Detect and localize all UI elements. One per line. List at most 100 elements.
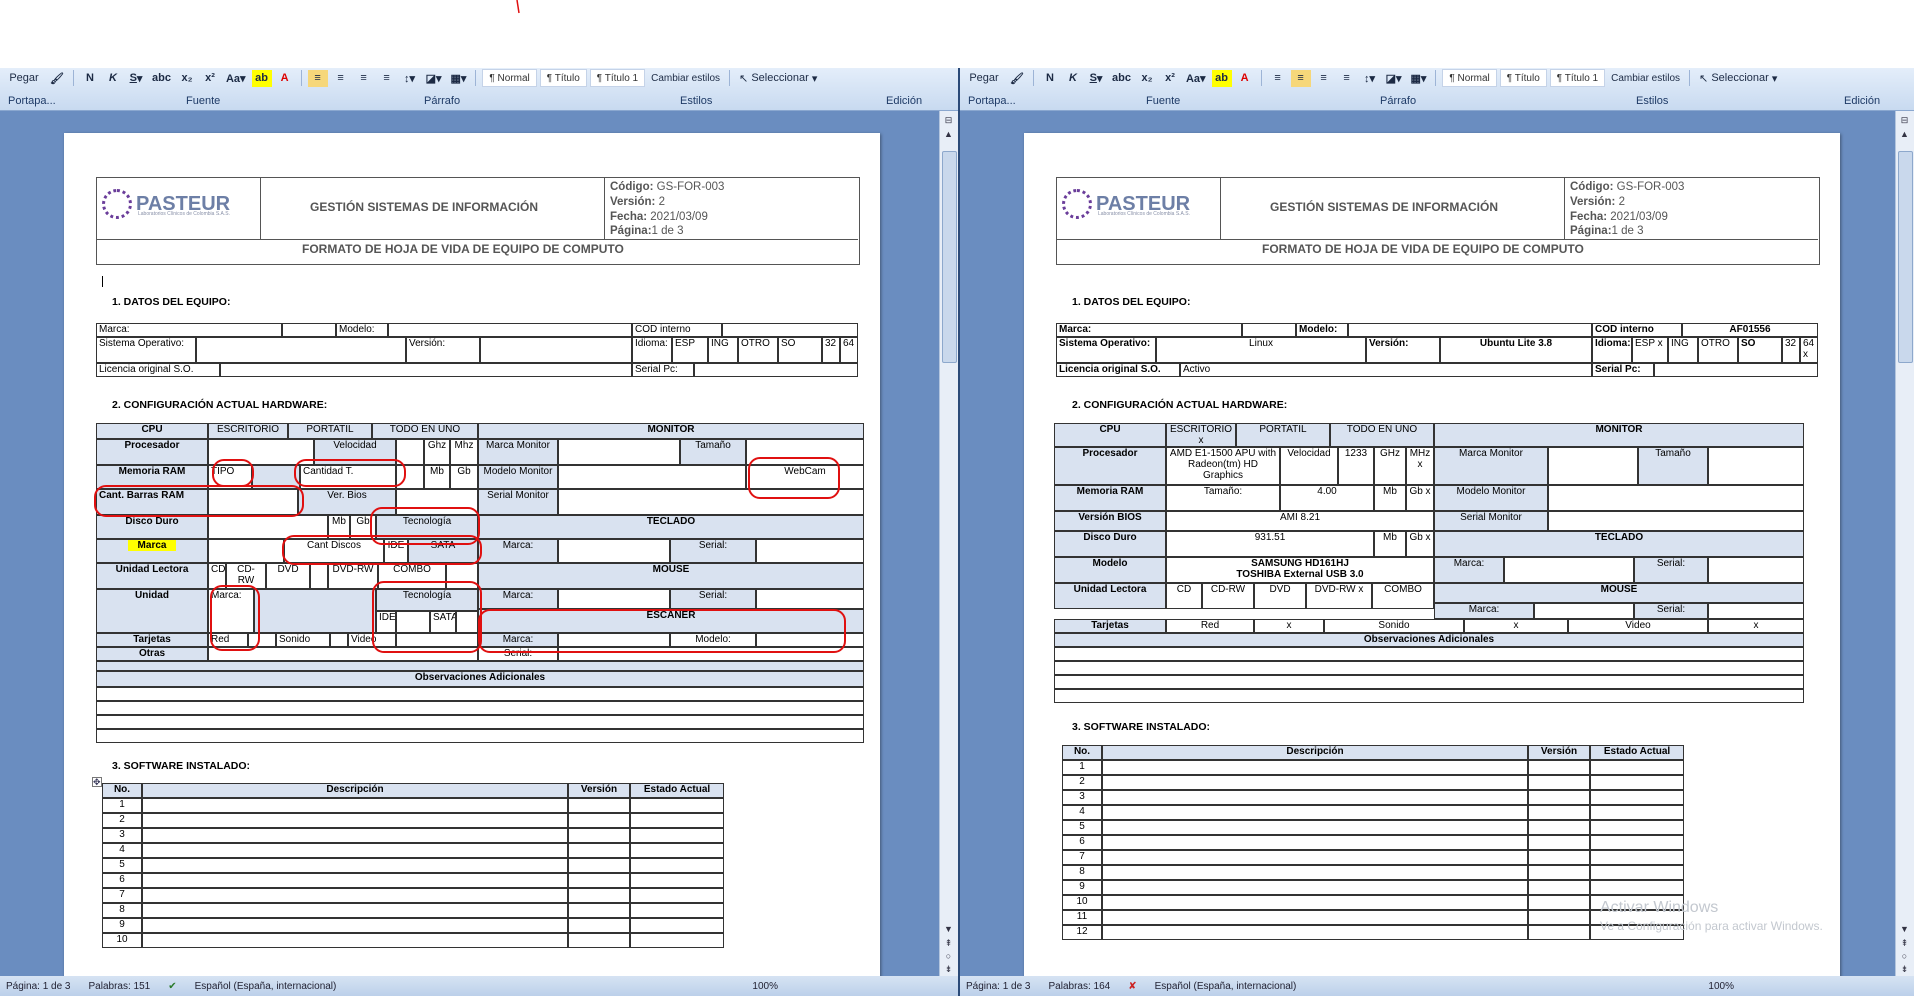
cell-modelo-disco-value[interactable]: SAMSUNG HD161HJ TOSHIBA External USB 3.0 xyxy=(1166,557,1434,583)
bold-button[interactable]: N xyxy=(80,70,100,87)
cell-ram-value[interactable]: 4.00 xyxy=(1280,485,1374,511)
table-cell[interactable] xyxy=(1102,895,1528,910)
change-styles-button[interactable]: Cambiar estilos xyxy=(648,70,723,87)
align-center-button[interactable]: ≡ xyxy=(1290,69,1311,87)
cell-serial-mouse-value[interactable] xyxy=(756,589,864,609)
cell-empty[interactable] xyxy=(330,633,348,647)
group-paragraph[interactable]: Párrafo xyxy=(1380,95,1416,107)
table-cell[interactable] xyxy=(630,918,724,933)
cell-modelo-monitor-value[interactable] xyxy=(1548,485,1804,511)
next-page-icon[interactable]: ⇟ xyxy=(942,964,955,976)
browse-object-icon[interactable]: ○ xyxy=(1898,951,1911,963)
cell-marca-teclado-value[interactable] xyxy=(1504,557,1634,583)
shading-button[interactable]: ◪▾ xyxy=(423,70,445,87)
table-cell[interactable] xyxy=(1102,805,1528,820)
cell-serial-teclado-value[interactable] xyxy=(1708,557,1804,583)
cell-version-value[interactable]: Ubuntu Lite 3.8 xyxy=(1440,337,1592,363)
cell-disco-value[interactable]: 931.51 xyxy=(1166,531,1374,557)
group-editing[interactable]: Edición xyxy=(886,95,922,107)
table-cell[interactable] xyxy=(630,798,724,813)
table-cell[interactable] xyxy=(568,903,630,918)
table-cell[interactable] xyxy=(1590,820,1684,835)
change-case-button[interactable]: Aa▾ xyxy=(1183,70,1209,87)
strikethrough-button[interactable]: abc xyxy=(149,70,174,87)
italic-button[interactable]: K xyxy=(1063,70,1083,87)
cell-empty[interactable] xyxy=(254,589,376,633)
table-cell[interactable] xyxy=(1528,775,1590,790)
cell-empty[interactable] xyxy=(1242,323,1296,337)
table-cell[interactable] xyxy=(142,813,568,828)
style-normal[interactable]: ¶ Normal xyxy=(1442,69,1497,87)
scroll-down-icon[interactable]: ▼ xyxy=(942,924,955,936)
table-cell[interactable] xyxy=(630,888,724,903)
cell-tamano-value[interactable] xyxy=(1708,447,1804,485)
prev-page-icon[interactable]: ⇞ xyxy=(1898,938,1911,950)
obs-line[interactable] xyxy=(96,715,864,729)
underline-button[interactable]: S ▾ xyxy=(1086,70,1106,87)
table-cell[interactable] xyxy=(630,828,724,843)
superscript-button[interactable]: x² xyxy=(200,70,220,87)
cell-marca-monitor-value[interactable] xyxy=(558,439,680,465)
borders-button[interactable]: ▦▾ xyxy=(447,70,469,87)
group-paragraph[interactable]: Párrafo xyxy=(424,95,460,107)
table-move-handle-icon[interactable]: ✥ xyxy=(92,777,102,787)
table-cell[interactable] xyxy=(1102,910,1528,925)
table-cell[interactable] xyxy=(1590,835,1684,850)
style-titulo[interactable]: ¶ Título xyxy=(1499,69,1547,87)
status-page[interactable]: Página: 1 de 3 xyxy=(966,981,1031,992)
line-spacing-button[interactable]: ↕▾ xyxy=(1360,70,1380,87)
cell-licencia-value[interactable]: Activo xyxy=(1180,363,1592,377)
spellcheck-error-icon[interactable]: ✘ xyxy=(1128,981,1136,992)
next-page-icon[interactable]: ⇟ xyxy=(1898,964,1911,976)
table-cell[interactable] xyxy=(1590,775,1684,790)
table-cell[interactable] xyxy=(1590,850,1684,865)
bold-button[interactable]: N xyxy=(1040,70,1060,87)
table-cell[interactable] xyxy=(568,843,630,858)
cell-vel-value[interactable]: 1233 xyxy=(1338,447,1374,485)
format-painter-icon[interactable]: 🖌 xyxy=(47,70,67,87)
vertical-scrollbar[interactable]: ⊟ ▲ ▼ ⇞ ○ ⇟ xyxy=(939,111,958,976)
table-cell[interactable] xyxy=(630,903,724,918)
scroll-thumb[interactable] xyxy=(942,151,957,363)
justify-button[interactable]: ≡ xyxy=(377,70,397,87)
spellcheck-ok-icon[interactable]: ✔ xyxy=(168,981,176,992)
table-cell[interactable] xyxy=(1102,820,1528,835)
obs-line[interactable] xyxy=(1054,647,1804,661)
document-page[interactable]: PASTEUR Laboratorios Clínicos de Colombi… xyxy=(1024,133,1840,996)
justify-button[interactable]: ≡ xyxy=(1337,70,1357,87)
select-button[interactable]: ↖ Seleccionar ▾ xyxy=(736,70,820,87)
table-cell[interactable] xyxy=(630,843,724,858)
vertical-scrollbar[interactable]: ⊟ ▲ ▼ ⇞ ○ ⇟ xyxy=(1895,111,1914,976)
cell-modelo-monitor-value[interactable] xyxy=(558,465,746,489)
align-left-button[interactable]: ≡ xyxy=(307,69,328,87)
table-cell[interactable] xyxy=(1590,880,1684,895)
scroll-down-icon[interactable]: ▼ xyxy=(1898,924,1911,936)
table-cell[interactable] xyxy=(568,858,630,873)
table-cell[interactable] xyxy=(568,933,630,948)
align-center-button[interactable]: ≡ xyxy=(331,70,351,87)
table-cell[interactable] xyxy=(1102,865,1528,880)
style-titulo1[interactable]: ¶ Título 1 xyxy=(589,69,646,87)
cell-serial-teclado-value[interactable] xyxy=(756,539,864,563)
table-cell[interactable] xyxy=(568,813,630,828)
group-font[interactable]: Fuente xyxy=(186,95,220,107)
scroll-thumb[interactable] xyxy=(1898,151,1913,363)
table-cell[interactable] xyxy=(630,873,724,888)
cell-marca-teclado-value[interactable] xyxy=(558,539,670,563)
table-cell[interactable] xyxy=(568,918,630,933)
table-cell[interactable] xyxy=(568,828,630,843)
table-cell[interactable] xyxy=(568,798,630,813)
cell-empty[interactable] xyxy=(208,539,284,563)
subscript-button[interactable]: x₂ xyxy=(177,70,197,87)
highlight-button[interactable]: ab xyxy=(251,69,272,87)
status-zoom[interactable]: 100% xyxy=(1708,981,1734,992)
table-cell[interactable] xyxy=(1528,805,1590,820)
cell-cod-value[interactable] xyxy=(722,323,858,337)
change-styles-button[interactable]: Cambiar estilos xyxy=(1608,70,1683,87)
table-cell[interactable] xyxy=(1528,820,1590,835)
table-cell[interactable] xyxy=(142,828,568,843)
cell-bios-value[interactable]: AMI 8.21 xyxy=(1166,511,1434,531)
group-clipboard[interactable]: Portapa... xyxy=(968,95,1016,107)
cell-procesador-value[interactable]: AMD E1-1500 APU with Radeon(tm) HD Graph… xyxy=(1166,447,1280,485)
select-button[interactable]: ↖ Seleccionar ▾ xyxy=(1696,70,1780,87)
